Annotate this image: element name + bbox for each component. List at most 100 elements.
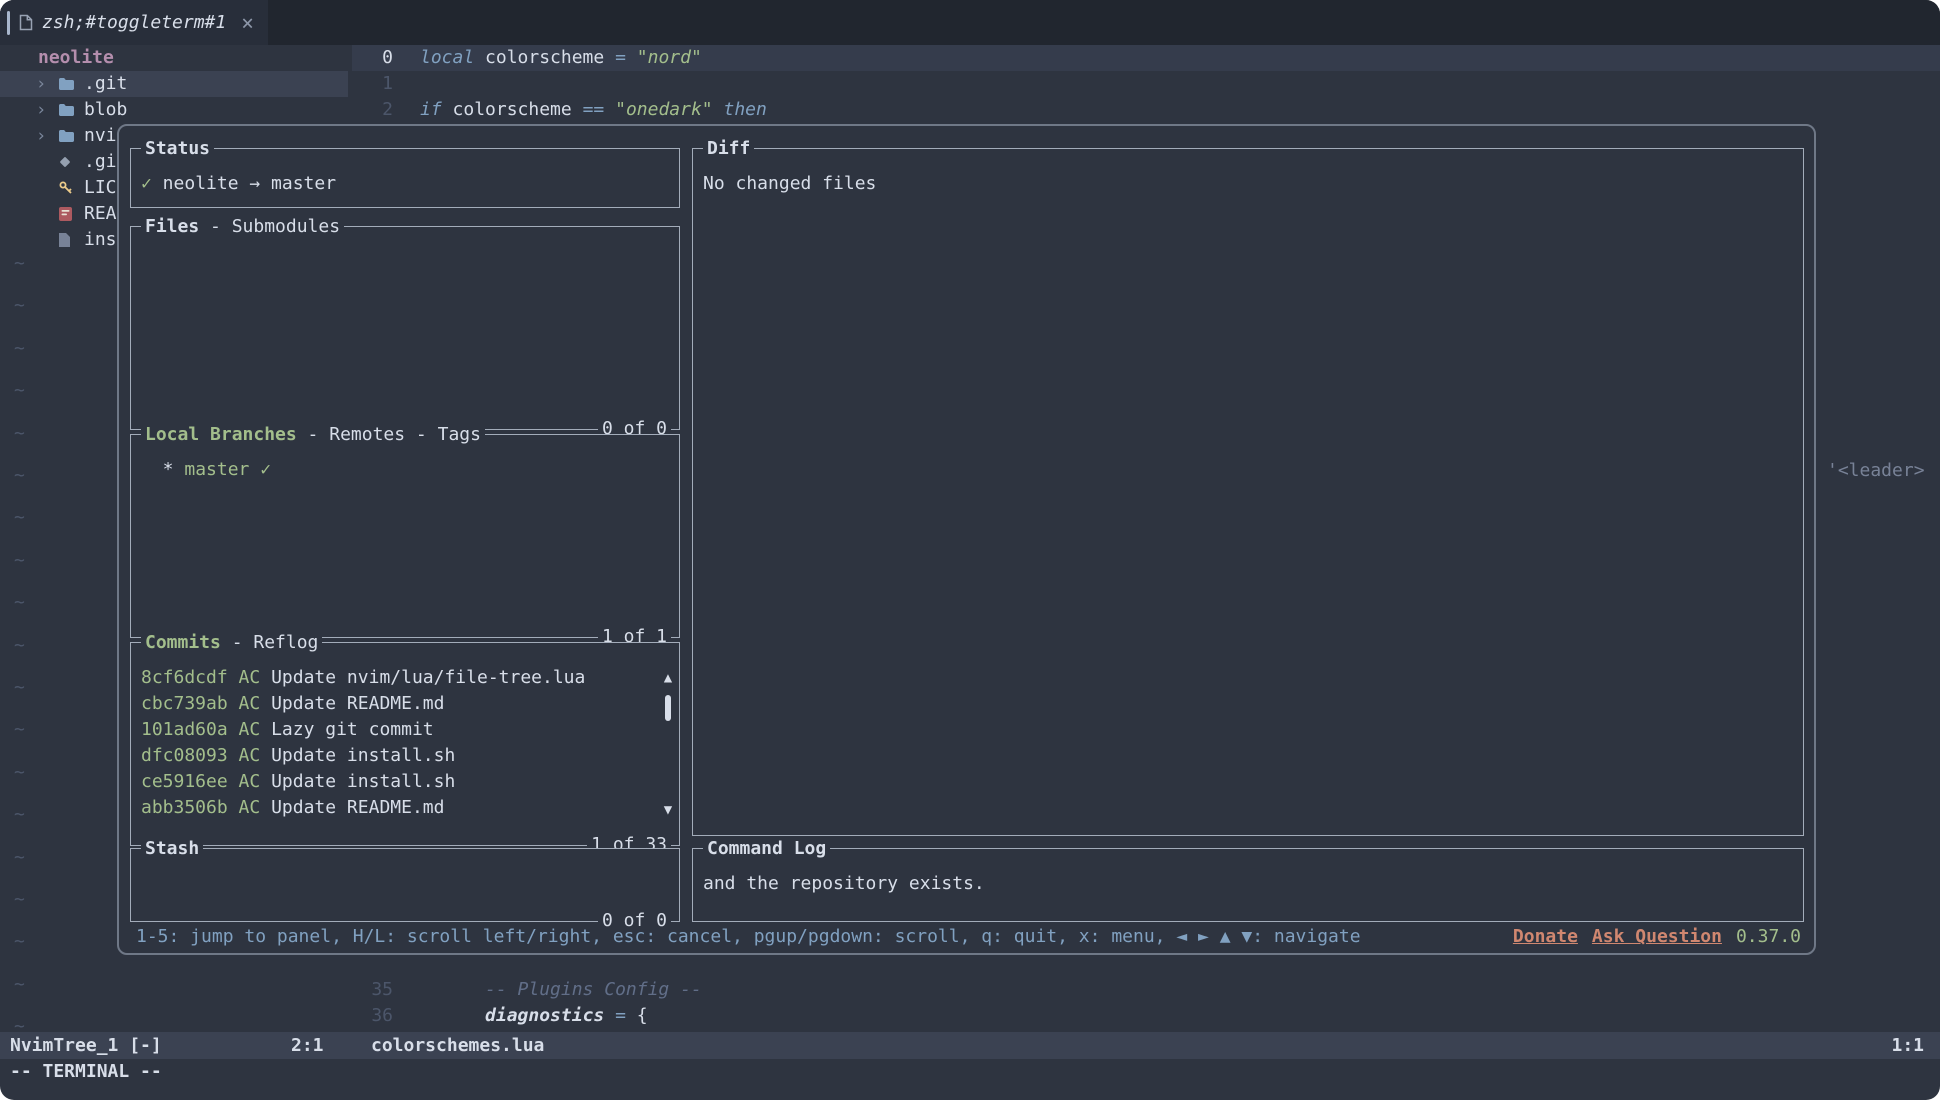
panel-tab[interactable]: Remotes: [329, 424, 405, 445]
panel-tab[interactable]: Local Branches: [145, 424, 297, 445]
commit-row[interactable]: ce5916ee AC Update install.sh: [141, 769, 669, 795]
lazygit-branches-panel[interactable]: Local Branches - Remotes - Tags * master…: [130, 434, 680, 638]
code-line: 1: [352, 71, 1940, 97]
tilde-marker: ~: [14, 505, 25, 531]
commit-message: Update install.sh: [271, 745, 455, 766]
tilde-marker: ~: [14, 590, 25, 616]
commit-message: Update install.sh: [271, 771, 455, 792]
panel-tab[interactable]: Tags: [438, 424, 481, 445]
lazygit-window: Status ✓ neolite → master Files - Submod…: [117, 124, 1816, 955]
code-buffer-bottom: 35 -- Plugins Config --36 diagnostics = …: [352, 977, 1940, 1029]
tabline: zsh;#toggleterm#1 ×: [0, 0, 1940, 45]
tilde-marker: ~: [14, 633, 25, 659]
editor-area: 0local colorscheme = "nord"12if colorsch…: [0, 45, 1940, 1032]
commits-panel-title: Commits - Reflog: [141, 630, 322, 656]
commit-author: AC: [239, 719, 261, 740]
code-line: 35 -- Plugins Config --: [352, 977, 1940, 1003]
commit-author: AC: [239, 693, 261, 714]
line-number: 35: [352, 977, 393, 1003]
tilde-marker: ~: [14, 717, 25, 743]
tree-item-label: LIC: [84, 175, 117, 201]
terminal-tab[interactable]: zsh;#toggleterm#1 ×: [0, 0, 268, 45]
panel-tab[interactable]: Submodules: [232, 216, 340, 237]
lazygit-stash-panel[interactable]: Stash 0 of 0: [130, 848, 680, 922]
lazygit-diff-panel[interactable]: Diff No changed files: [692, 148, 1804, 836]
folder-icon: [58, 103, 84, 117]
files-panel-title: Files - Submodules: [141, 214, 344, 240]
chevron-right-icon: ›: [36, 123, 58, 149]
statusline-tree-position: 2:1: [291, 1032, 324, 1059]
commit-hash: abb3506b: [141, 797, 228, 818]
commit-message: Lazy git commit: [271, 719, 434, 740]
chevron-right-icon: ›: [36, 97, 58, 123]
diff-content: No changed files: [703, 171, 1793, 197]
commit-row[interactable]: dfc08093 AC Update install.sh: [141, 743, 669, 769]
branches-panel-title: Local Branches - Remotes - Tags: [141, 422, 485, 448]
gitignore-icon: [58, 155, 84, 169]
lazygit-files-panel[interactable]: Files - Submodules 0 of 0: [130, 226, 680, 430]
commit-hash: cbc739ab: [141, 693, 228, 714]
lazygit-status-panel[interactable]: Status ✓ neolite → master: [130, 148, 680, 208]
tab-close-icon[interactable]: ×: [241, 10, 254, 36]
tilde-marker: ~: [14, 1014, 25, 1032]
tree-root-name[interactable]: neolite: [38, 45, 114, 71]
commit-author: AC: [239, 745, 261, 766]
lazygit-commits-panel[interactable]: Commits - Reflog 8cf6dcdf AC Update nvim…: [130, 642, 680, 846]
panel-tab[interactable]: Reflog: [253, 632, 318, 653]
branch-row[interactable]: * master ✓: [141, 457, 669, 483]
line-number: 36: [352, 1003, 393, 1029]
donate-link[interactable]: Donate: [1513, 924, 1578, 950]
terminal-window: zsh;#toggleterm#1 × 0local colorscheme =…: [0, 0, 1940, 1100]
tilde-marker: ~: [14, 675, 25, 701]
file-icon: [58, 232, 84, 248]
code-buffer-top: 0local colorscheme = "nord"12if colorsch…: [352, 45, 1940, 123]
tilde-marker: ~: [14, 378, 25, 404]
commit-message: Update README.md: [271, 797, 444, 818]
commit-row[interactable]: 101ad60a AC Lazy git commit: [141, 717, 669, 743]
tilde-marker: ~: [14, 336, 25, 362]
chevron-right-icon: ›: [36, 71, 58, 97]
tilde-marker: ~: [14, 802, 25, 828]
tree-item-blob[interactable]: › blob: [0, 97, 348, 123]
statusline-file-position: 1:1: [1891, 1032, 1924, 1059]
code-line: 36 diagnostics = {: [352, 1003, 1940, 1029]
tilde-marker: ~: [14, 293, 25, 319]
ask-question-link[interactable]: Ask Question: [1592, 924, 1722, 950]
tree-item-label: REA: [84, 201, 117, 227]
tree-item-label: blob: [84, 97, 127, 123]
commit-hash: 101ad60a: [141, 719, 228, 740]
commit-row[interactable]: abb3506b AC Update README.md: [141, 795, 669, 821]
keybind-hints: 1-5: jump to panel, H/L: scroll left/rig…: [136, 924, 1499, 950]
tilde-marker: ~: [14, 421, 25, 447]
mode-indicator: -- TERMINAL --: [10, 1059, 162, 1085]
diff-panel-title: Diff: [703, 136, 754, 162]
scroll-down-icon[interactable]: ▼: [660, 797, 676, 823]
tilde-marker: ~: [14, 972, 25, 998]
panel-tab[interactable]: Commits: [145, 632, 221, 653]
scrollbar-thumb[interactable]: [665, 695, 671, 721]
panel-tab[interactable]: Files: [145, 216, 199, 237]
tree-item-label: nvi: [84, 123, 117, 149]
lazygit-command-log-panel[interactable]: Command Log and the repository exists.: [692, 848, 1804, 922]
repo-status-line: ✓ neolite → master: [141, 171, 669, 197]
scroll-up-icon[interactable]: ▲: [660, 665, 676, 691]
commit-row[interactable]: 8cf6dcdf AC Update nvim/lua/file-tree.lu…: [141, 665, 669, 691]
commit-hash: 8cf6dcdf: [141, 667, 228, 688]
commit-hash: ce5916ee: [141, 771, 228, 792]
tilde-marker: ~: [14, 463, 25, 489]
code-text: if colorscheme == "onedark" then: [420, 97, 767, 123]
line-number: 2: [352, 97, 393, 123]
tree-item-label: .git: [84, 71, 127, 97]
statusline: NvimTree_1 [-] 2:1 colorschemes.lua 1:1: [0, 1032, 1940, 1059]
folder-icon: [58, 129, 84, 143]
line-number: 0: [352, 45, 393, 71]
key-icon: [58, 180, 84, 196]
command-log-title: Command Log: [703, 836, 830, 862]
command-log-content: and the repository exists.: [703, 871, 1793, 897]
tilde-marker: ~: [14, 548, 25, 574]
commit-message: Update nvim/lua/file-tree.lua: [271, 667, 585, 688]
tree-item-git[interactable]: › .git: [0, 71, 348, 97]
commit-row[interactable]: cbc739ab AC Update README.md: [141, 691, 669, 717]
tilde-marker: ~: [14, 251, 25, 277]
commits-scrollbar[interactable]: ▲ ▼: [660, 665, 676, 825]
